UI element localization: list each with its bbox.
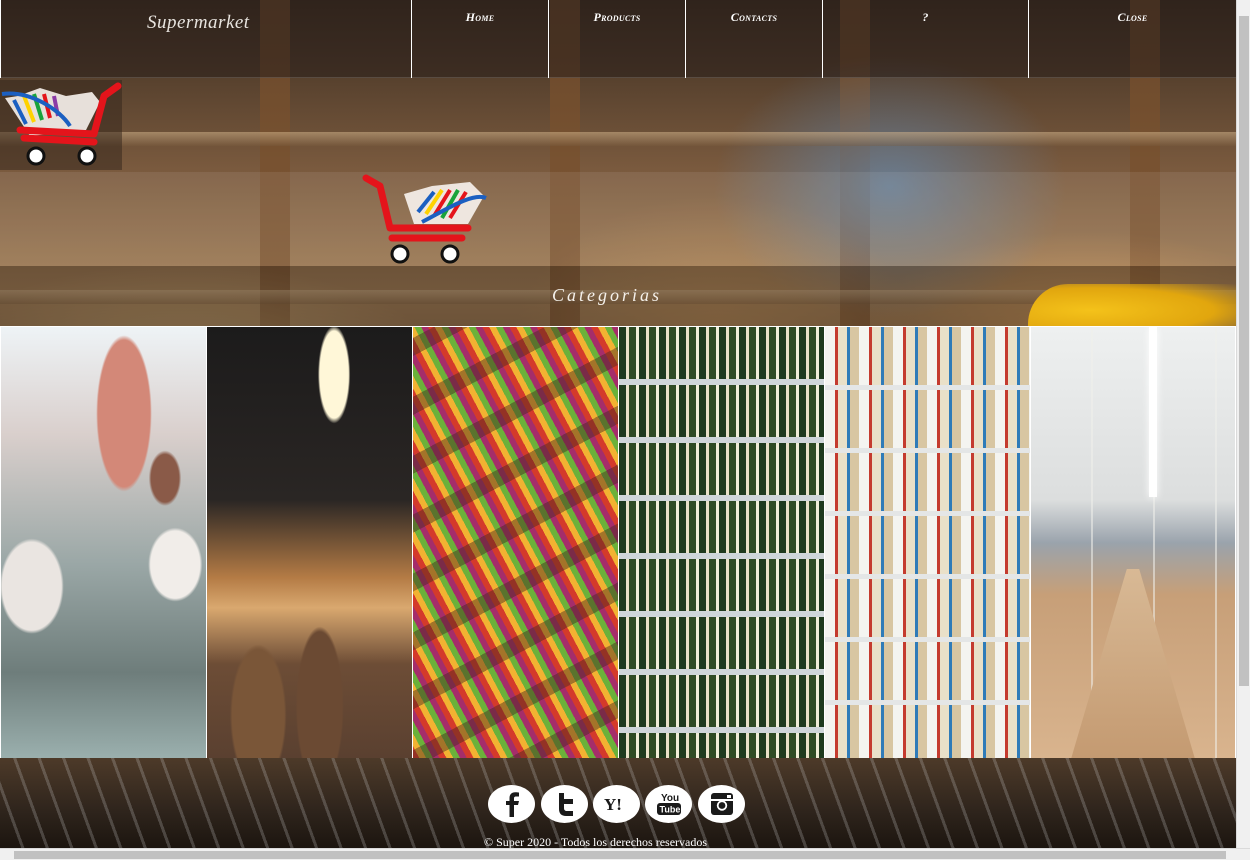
categories-title: Categorias [552,285,663,305]
ceiling-light [1149,327,1157,497]
horizontal-scroll-thumb[interactable] [14,851,1226,859]
nav-contacts[interactable]: Contacts [686,0,823,78]
yahoo-icon[interactable]: Y! [593,785,640,823]
svg-text:You: You [661,793,679,804]
decorative-blob [1028,284,1236,328]
nav-help[interactable]: ? [823,0,1029,78]
shopping-cart-logo-icon[interactable] [0,80,125,172]
brand-area: Supermarket [0,0,412,78]
category-bakery-image[interactable] [206,327,412,759]
hero-band [0,172,1236,266]
category-butcher-image[interactable] [0,327,206,759]
top-navigation: Supermarket Home Products Contacts ? Clo… [0,0,1236,78]
horizontal-scrollbar[interactable] [0,848,1250,860]
vertical-scrollbar[interactable] [1236,0,1250,848]
svg-text:Tube: Tube [659,805,680,815]
brand-title: Supermarket [147,12,250,33]
shelf-band [0,132,1236,146]
nav-products[interactable]: Products [549,0,686,78]
twitter-icon[interactable] [541,785,588,823]
category-produce-image[interactable] [412,327,618,759]
instagram-icon[interactable] [698,785,745,823]
categories-grid [0,326,1236,759]
aisle-floor [1071,569,1195,759]
svg-text:Y!: Y! [604,795,622,814]
category-dairy-image[interactable] [824,327,1030,759]
category-aisle-image[interactable] [1030,327,1236,759]
nav-close[interactable]: Close [1029,0,1236,78]
shopping-cart-hero-icon [362,174,487,264]
nav-home[interactable]: Home [412,0,549,78]
youtube-icon[interactable]: You Tube [645,785,692,823]
category-wine-image[interactable] [618,327,824,759]
vertical-scroll-thumb[interactable] [1239,16,1249,686]
facebook-icon[interactable] [488,785,535,823]
